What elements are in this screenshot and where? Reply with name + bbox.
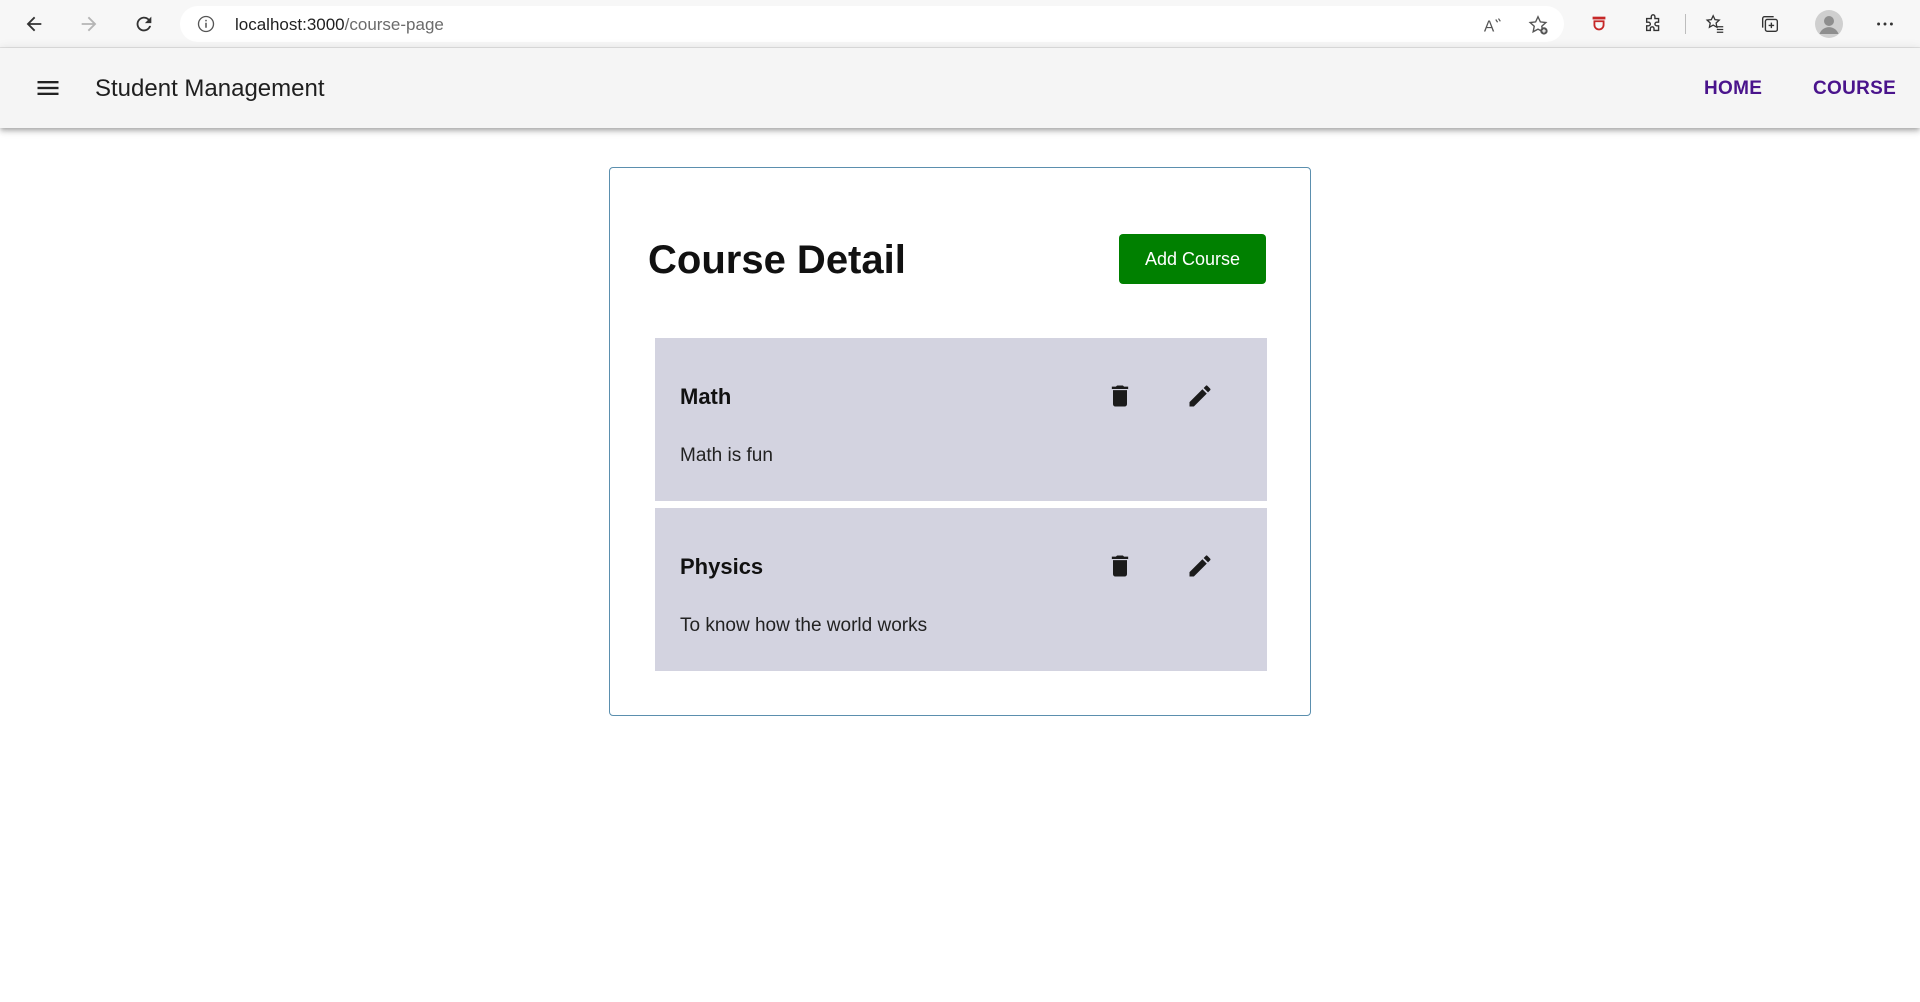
arrow-right-icon [81,16,97,32]
refresh-button[interactable] [128,8,160,40]
star-add-icon[interactable] [1527,14,1549,36]
menu-button[interactable] [24,64,72,112]
delete-course-button[interactable] [1100,376,1140,416]
course-detail-card: Course Detail Add Course Math Math is fu… [609,167,1311,716]
back-button[interactable] [18,8,50,40]
add-course-button[interactable]: Add Course [1119,234,1266,284]
course-description: Math is fun [680,445,773,466]
course-list-item: Math Math is fun [655,338,1267,501]
trash-icon [1111,385,1129,407]
favorites-list-icon[interactable] [1702,11,1728,37]
nav-course-link[interactable]: COURSE [1813,78,1896,100]
trash-icon [1111,555,1129,577]
url-path: /course-page [344,15,444,34]
puzzle-icon[interactable] [1641,11,1667,37]
course-name: Math [680,384,732,409]
refresh-icon [136,16,152,32]
address-bar[interactable]: localhost:3000/course-page A [180,6,1564,42]
nav-home-link[interactable]: HOME [1704,78,1762,100]
edit-course-button[interactable] [1180,546,1220,586]
arrow-left-icon [26,16,42,32]
more-dots-icon[interactable] [1872,11,1898,37]
svg-text:A: A [1484,18,1495,35]
profile-avatar-icon[interactable] [1814,9,1844,39]
toolbar-separator [1685,14,1686,34]
delete-course-button[interactable] [1100,546,1140,586]
forward-button[interactable] [73,8,105,40]
pencil-icon [1189,555,1211,577]
info-icon[interactable] [196,14,216,34]
edit-course-button[interactable] [1180,376,1220,416]
page-title: Course Detail [648,238,906,282]
course-description: To know how the world works [680,615,928,636]
read-aloud-icon[interactable]: A [1482,14,1504,36]
course-list-item: Physics To know how the world works [655,508,1267,671]
pencil-icon [1189,385,1211,407]
app-bar: Student Management HOME COURSE [0,48,1920,128]
collections-icon[interactable] [1757,11,1783,37]
shield-extension-icon[interactable] [1586,11,1612,37]
hamburger-menu-icon [37,81,59,95]
app-title: Student Management [95,75,325,102]
course-name: Physics [680,554,764,579]
browser-toolbar: localhost:3000/course-page A [0,0,1920,48]
url-text[interactable]: localhost:3000/course-page [235,15,444,35]
url-host: localhost:3000 [235,15,345,34]
